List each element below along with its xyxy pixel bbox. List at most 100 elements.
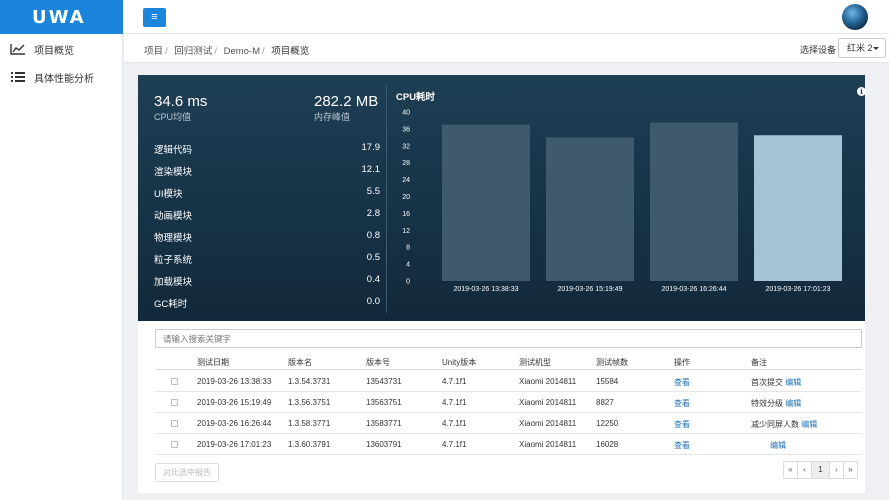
module-name: 逻辑代码 [154,145,193,156]
line-chart-icon [10,44,25,55]
top-bar: UWA ≡ [0,0,889,34]
module-row: 物理模块 0.8 [154,230,380,244]
edit-link[interactable]: 编辑 [785,399,801,408]
compare-reports-button[interactable]: 对比选中报告 [155,463,219,482]
page-prev-button[interactable]: ‹ [797,461,812,479]
y-tick-label: 28 [402,160,410,167]
sidebar-item-overview[interactable]: 项目概览 [0,36,123,62]
y-tick-label: 32 [402,143,410,150]
breadcrumb-item[interactable]: 回归测试 [174,46,212,57]
cell-note: 减少同屏人数 [751,420,799,429]
breadcrumb-item[interactable]: 项目 [144,46,163,57]
module-value: 2.8 [366,208,380,219]
cell-version-code: 13583771 [366,419,402,428]
memory-peak-value: 282.2 MB [314,93,379,110]
row-checkbox[interactable] [171,378,178,385]
user-avatar[interactable] [842,4,868,30]
device-select[interactable]: 红米 2 [838,38,886,58]
search-input[interactable] [155,329,862,348]
x-tick-label: 2019-03-26 16:26:44 [662,286,727,293]
module-value: 5.5 [366,186,380,197]
module-row: GC耗时 0.0 [154,296,380,310]
edit-link[interactable]: 编辑 [785,378,801,387]
sidebar-item-label: 项目概览 [34,45,74,57]
module-name: UI模块 [154,189,183,200]
sidebar-item-label: 具体性能分析 [34,73,94,85]
x-tick-label: 2019-03-26 15:19:49 [558,286,623,293]
module-row: 动画模块 2.8 [154,208,380,222]
cell-frames: 12250 [596,419,619,428]
page-next-button[interactable]: › [829,461,844,479]
edit-link[interactable]: 编辑 [801,420,817,429]
cpu-bar[interactable] [650,122,738,281]
module-value: 0.4 [366,274,380,285]
cell-unity-version: 4.7.1f1 [442,440,467,449]
y-tick-label: 4 [406,262,410,269]
cpu-bar[interactable] [546,137,634,281]
column-header: 版本号 [366,358,390,367]
cpu-average-value: 34.6 ms [154,93,208,110]
cell-date: 2019-03-26 13:38:33 [197,377,272,386]
sidebar-item-performance[interactable]: 具体性能分析 [0,64,123,90]
module-value: 17.9 [361,142,381,153]
menu-icon: ≡ [151,11,158,23]
divider [386,85,387,313]
page-current-button[interactable]: 1 [811,461,830,479]
caret-down-icon [873,47,879,50]
column-header: 测试帧数 [596,358,628,367]
breadcrumb-item[interactable]: Demo-M [224,46,260,57]
module-name: 加载模块 [154,277,193,288]
cell-version-name: 1.3.58.3771 [288,419,331,428]
cell-version-name: 1.3.56.3751 [288,398,331,407]
module-name: 物理模块 [154,233,193,244]
y-tick-label: 8 [406,245,410,252]
cell-unity-version: 4.7.1f1 [442,419,467,428]
cpu-bar-chart: 0 4 8 12 16 20 24 28 32 36 40 2019-03-26 13:38:33 20… [402,110,842,293]
module-value: 12.1 [361,164,381,175]
logo-area[interactable]: UWA [0,0,123,34]
module-row: 逻辑代码 17.9 [154,142,380,156]
cell-note: 首次提交 [751,378,783,387]
view-link[interactable]: 查看 [674,419,690,430]
row-checkbox[interactable] [171,441,178,448]
row-checkbox[interactable] [171,420,178,427]
info-icon[interactable]: i [857,87,866,96]
breadcrumb-bar: 项目 / 回归测试 / Demo-M / 项目概览 选择设备 红米 2 [124,34,889,63]
app-logo[interactable]: UWA [32,7,86,28]
view-link[interactable]: 查看 [674,398,690,409]
view-link[interactable]: 查看 [674,440,690,451]
cell-version-name: 1.3.54.3731 [288,377,331,386]
cpu-bar[interactable] [754,135,842,281]
y-tick-label: 40 [402,110,410,117]
module-row: 粒子系统 0.5 [154,252,380,266]
column-header: 备注 [751,358,767,367]
cell-version-name: 1.3.60.3791 [288,440,331,449]
report-table-panel: 测试日期 版本名 版本号 Unity版本 测试机型 测试帧数 操作 备注 201… [138,321,865,493]
module-value: 0.8 [366,230,380,241]
table-header: 测试日期 版本名 版本号 Unity版本 测试机型 测试帧数 操作 备注 [155,352,862,370]
page-last-button[interactable]: » [843,461,858,479]
list-icon [11,72,25,82]
table-row: 2019-03-26 13:38:33 1.3.54.3731 13543731… [155,371,862,392]
edit-link[interactable]: 编辑 [770,441,786,450]
module-row: 渲染模块 12.1 [154,164,380,178]
module-value: 0.5 [366,252,380,263]
cell-frames: 16028 [596,440,619,449]
device-select-label: 选择设备 [800,45,837,55]
cell-device: Xiaomi 2014811 [519,398,577,407]
device-selected-value: 红米 2 [847,43,873,53]
module-name: GC耗时 [154,299,188,310]
module-name: 动画模块 [154,211,193,222]
cell-frames: 15584 [596,377,619,386]
table-row: 2019-03-26 15:19:49 1.3.56.3751 13563751… [155,392,862,413]
cell-date: 2019-03-26 15:19:49 [197,398,272,407]
menu-toggle-button[interactable]: ≡ [143,8,166,27]
view-link[interactable]: 查看 [674,377,690,388]
memory-peak-label: 内存峰值 [314,112,351,122]
column-header: 版本名 [288,358,312,367]
row-checkbox[interactable] [171,399,178,406]
cpu-bar[interactable] [442,124,530,281]
cell-device: Xiaomi 2014811 [519,377,577,386]
y-tick-label: 16 [402,211,410,218]
page-first-button[interactable]: « [783,461,798,479]
